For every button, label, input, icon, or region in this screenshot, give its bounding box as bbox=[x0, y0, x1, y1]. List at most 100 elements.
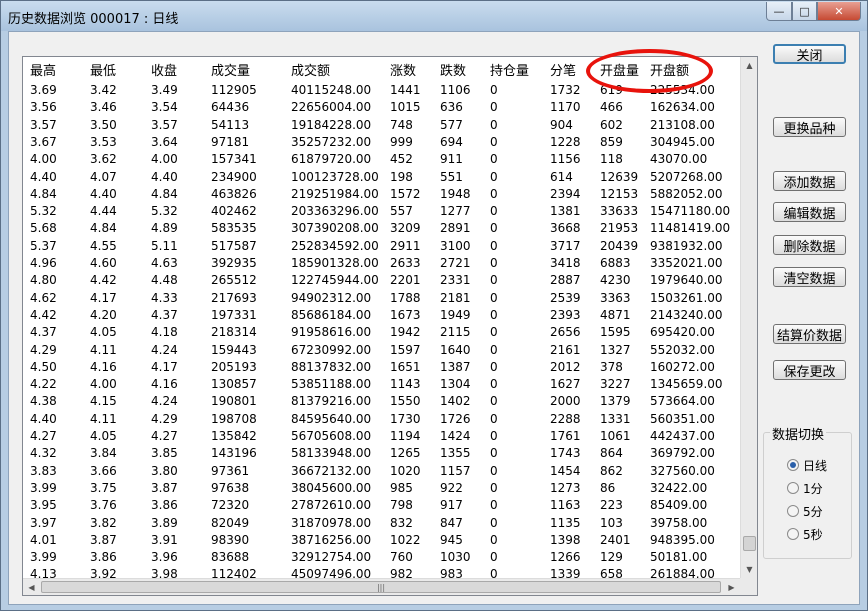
column-header[interactable]: 开盘额 bbox=[650, 62, 689, 82]
table-row[interactable]: 4.38 4.15 4.24 190801 81379216.00 1550 1402 0 20… bbox=[23, 393, 740, 410]
table-row[interactable]: 3.69 3.42 3.49 112905 40115248.00 1441 1106 0 17… bbox=[23, 82, 740, 99]
table-cell: 3.67 bbox=[30, 134, 57, 149]
table-cell: 748 bbox=[390, 117, 413, 132]
settlement-data-button[interactable]: 结算价数据 bbox=[773, 324, 846, 344]
table-row[interactable]: 4.40 4.11 4.29 198708 84595640.00 1730 1726 0 22… bbox=[23, 411, 740, 428]
table-row[interactable]: 4.40 4.07 4.40 234900 100123728.00 198 551 0 614… bbox=[23, 169, 740, 186]
table-row[interactable]: 3.95 3.76 3.86 72320 27872610.00 798 917 0 1163 2… bbox=[23, 497, 740, 514]
table-row[interactable]: 4.01 3.87 3.91 98390 38716256.00 1022 945 0 1398… bbox=[23, 532, 740, 549]
minimize-button[interactable]: — bbox=[766, 2, 792, 21]
scroll-up-icon[interactable]: ▲ bbox=[741, 57, 758, 74]
close-window-button[interactable]: ✕ bbox=[817, 2, 861, 21]
vertical-scroll-thumb[interactable] bbox=[743, 536, 756, 551]
table-cell: 3.96 bbox=[151, 550, 178, 565]
scroll-right-icon[interactable]: ▶ bbox=[723, 579, 740, 596]
table-row[interactable]: 4.62 4.17 4.33 217693 94902312.00 1788 2181 0 25… bbox=[23, 290, 740, 307]
column-header[interactable]: 收盘 bbox=[151, 62, 177, 82]
radio-option[interactable]: 5分 bbox=[787, 503, 823, 519]
radio-circle-icon[interactable] bbox=[787, 505, 799, 517]
table-row[interactable]: 4.96 4.60 4.63 392935 185901328.00 2633 2721 0 3… bbox=[23, 255, 740, 272]
table-cell: 4.38 bbox=[30, 394, 57, 409]
table-row[interactable]: 4.29 4.11 4.24 159443 67230992.00 1597 1640 0 21… bbox=[23, 342, 740, 359]
table-cell: 38045600.00 bbox=[291, 480, 372, 495]
table-row[interactable]: 3.67 3.53 3.64 97181 35257232.00 999 694 0 1228 8… bbox=[23, 134, 740, 151]
edit-data-button[interactable]: 编辑数据 bbox=[773, 202, 846, 222]
table-cell: 4.63 bbox=[151, 256, 178, 270]
column-header[interactable]: 持仓量 bbox=[490, 62, 529, 82]
table-cell: 0 bbox=[490, 100, 498, 115]
table-row[interactable]: 4.42 4.20 4.37 197331 85686184.00 1673 1949 0 23… bbox=[23, 307, 740, 324]
table-cell: 551 bbox=[440, 169, 463, 184]
table-row[interactable]: 4.84 4.40 4.84 463826 219251984.00 1572 1948 0 2… bbox=[23, 186, 740, 203]
table-cell: 219251984.00 bbox=[291, 186, 379, 201]
table-row[interactable]: 3.99 3.75 3.87 97638 38045600.00 985 922 0 1273 8… bbox=[23, 480, 740, 497]
table-cell: 1732 bbox=[550, 83, 581, 97]
radio-option[interactable]: 5秒 bbox=[787, 526, 823, 542]
column-header[interactable]: 分笔 bbox=[550, 62, 576, 82]
table-row[interactable]: 3.83 3.66 3.80 97361 36672132.00 1020 1157 0 145… bbox=[23, 463, 740, 480]
scroll-down-icon[interactable]: ▼ bbox=[741, 561, 758, 578]
table-cell: 103 bbox=[600, 515, 623, 530]
history-data-grid[interactable]: 最高 最低 收盘 成交量 成交额 涨数 跌数 持仓量 分笔 开盘量 开盘额 3.69 3.42 3.49 1… bbox=[22, 56, 758, 596]
radio-circle-icon[interactable] bbox=[787, 459, 799, 471]
table-row[interactable]: 4.13 3.92 3.98 112402 45097496.00 982 983 0 1339… bbox=[23, 566, 740, 578]
change-symbol-button[interactable]: 更换品种 bbox=[773, 117, 846, 137]
radio-label: 1分 bbox=[803, 481, 823, 496]
table-row[interactable]: 3.56 3.46 3.54 64436 22656004.00 1015 636 0 1170… bbox=[23, 99, 740, 116]
table-row[interactable]: 5.32 4.44 5.32 402462 203363296.00 557 1277 0 13… bbox=[23, 203, 740, 220]
table-cell: 3.49 bbox=[151, 83, 178, 97]
delete-data-button[interactable]: 删除数据 bbox=[773, 235, 846, 255]
table-row[interactable]: 4.27 4.05 4.27 135842 56705608.00 1194 1424 0 17… bbox=[23, 428, 740, 445]
table-cell: 160272.00 bbox=[650, 359, 715, 374]
table-cell: 4.84 bbox=[90, 221, 117, 236]
table-row[interactable]: 4.50 4.16 4.17 205193 88137832.00 1651 1387 0 20… bbox=[23, 359, 740, 376]
table-cell: 3.57 bbox=[30, 117, 57, 132]
table-cell: 2161 bbox=[550, 342, 581, 357]
horizontal-scrollbar[interactable]: ◀ ||| ▶ bbox=[23, 578, 740, 595]
column-header[interactable]: 涨数 bbox=[390, 62, 416, 82]
column-header[interactable]: 成交额 bbox=[291, 62, 330, 82]
grid-content: 最高 最低 收盘 成交量 成交额 涨数 跌数 持仓量 分笔 开盘量 开盘额 3.69 3.42 3.49 1… bbox=[23, 57, 740, 578]
title-bar[interactable]: 历史数据浏览 000017 : 日线 — □ ✕ bbox=[1, 1, 867, 31]
scroll-left-icon[interactable]: ◀ bbox=[23, 579, 40, 596]
table-row[interactable]: 5.68 4.84 4.89 583535 307390208.00 3209 2891 0 3… bbox=[23, 220, 740, 237]
table-cell: 2201 bbox=[390, 273, 421, 288]
close-button[interactable]: 关闭 bbox=[773, 44, 846, 64]
table-row[interactable]: 5.37 4.55 5.11 517587 252834592.00 2911 3100 0 3… bbox=[23, 238, 740, 255]
table-cell: 39758.00 bbox=[650, 515, 708, 530]
horizontal-scroll-thumb[interactable]: ||| bbox=[41, 581, 721, 593]
maximize-button[interactable]: □ bbox=[792, 2, 817, 21]
column-header[interactable]: 最高 bbox=[30, 62, 56, 82]
table-cell: 2891 bbox=[440, 221, 471, 236]
table-cell: 466 bbox=[600, 100, 623, 115]
table-row[interactable]: 4.00 3.62 4.00 157341 61879720.00 452 911 0 1156… bbox=[23, 151, 740, 168]
add-data-button[interactable]: 添加数据 bbox=[773, 171, 846, 191]
table-cell: 0 bbox=[490, 238, 498, 253]
table-row[interactable]: 4.37 4.05 4.18 218314 91958616.00 1942 2115 0 26… bbox=[23, 324, 740, 341]
table-cell: 4.40 bbox=[151, 169, 178, 184]
table-cell: 658 bbox=[600, 567, 623, 578]
column-header[interactable]: 成交量 bbox=[211, 62, 250, 82]
table-row[interactable]: 4.22 4.00 4.16 130857 53851188.00 1143 1304 0 16… bbox=[23, 376, 740, 393]
table-row[interactable]: 4.80 4.42 4.48 265512 122745944.00 2201 2331 0 2… bbox=[23, 272, 740, 289]
table-row[interactable]: 3.99 3.86 3.96 83688 32912754.00 760 1030 0 1266… bbox=[23, 549, 740, 566]
save-changes-button[interactable]: 保存更改 bbox=[773, 360, 846, 380]
column-header[interactable]: 最低 bbox=[90, 62, 116, 82]
table-cell: 1106 bbox=[440, 83, 471, 97]
table-row[interactable]: 3.57 3.50 3.57 54113 19184228.00 748 577 0 904 60… bbox=[23, 117, 740, 134]
table-cell: 0 bbox=[490, 256, 498, 270]
radio-circle-icon[interactable] bbox=[787, 528, 799, 540]
table-row[interactable]: 3.97 3.82 3.89 82049 31870978.00 832 847 0 1135 1… bbox=[23, 515, 740, 532]
radio-option[interactable]: 1分 bbox=[787, 480, 823, 496]
radio-circle-icon[interactable] bbox=[787, 482, 799, 494]
table-cell: 5.11 bbox=[151, 238, 178, 253]
table-cell: 129 bbox=[600, 550, 623, 565]
table-cell: 223 bbox=[600, 498, 623, 513]
radio-option[interactable]: 日线 bbox=[787, 457, 827, 473]
vertical-scrollbar[interactable]: ▲ ▼ bbox=[740, 57, 757, 578]
column-header[interactable]: 开盘量 bbox=[600, 62, 639, 82]
table-row[interactable]: 4.32 3.84 3.85 143196 58133948.00 1265 1355 0 17… bbox=[23, 445, 740, 462]
table-cell: 94902312.00 bbox=[291, 290, 372, 305]
clear-data-button[interactable]: 清空数据 bbox=[773, 267, 846, 287]
column-header[interactable]: 跌数 bbox=[440, 62, 466, 82]
